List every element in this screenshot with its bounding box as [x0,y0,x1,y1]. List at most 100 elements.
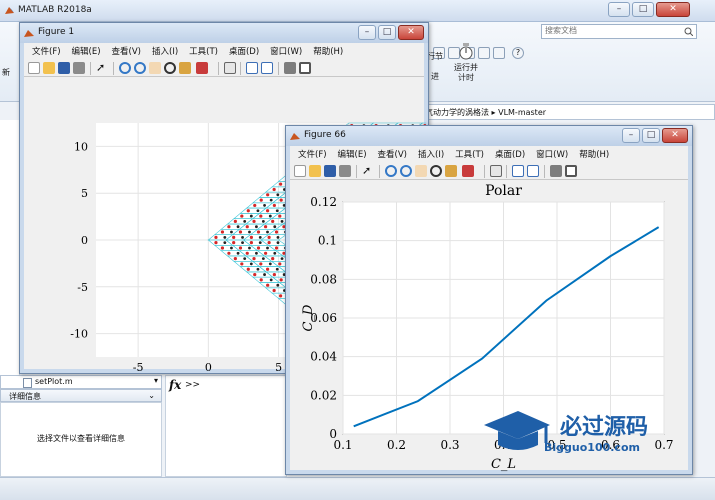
link-plot-icon[interactable] [490,165,502,177]
legend-icon[interactable] [261,62,273,74]
command-prompt: >> [185,380,201,390]
collocation-point [233,219,237,223]
collocation-point [214,241,218,245]
collocation-point [274,246,279,250]
current-folder-path[interactable]: 气动力学的涡格法 ▸ VLM-master [420,104,715,120]
vortex-point [248,246,251,250]
minimize-button[interactable]: – [622,128,640,143]
command-window[interactable]: fx >> [165,375,287,477]
menu-item[interactable]: 插入(I) [152,45,178,57]
collocation-point [259,262,263,266]
vortex-point [255,251,258,255]
vortex-point [256,267,260,271]
search-documentation-box[interactable] [541,24,697,39]
zoom-out-icon[interactable] [400,165,412,177]
details-panel-header[interactable]: 详细信息 ⌄ [0,389,162,402]
menu-item[interactable]: 查看(V) [112,45,141,57]
vortex-point [261,219,265,223]
menu-item[interactable]: 插入(I) [418,148,444,160]
new-figure-icon[interactable] [294,165,306,177]
collocation-point [278,214,282,218]
search-icon [684,27,693,36]
brush-icon[interactable] [462,165,474,177]
print-icon[interactable] [73,62,85,74]
print-icon[interactable] [339,165,351,177]
open-file-icon[interactable] [43,62,55,74]
close-button[interactable]: ✕ [662,128,688,143]
vortex-point [275,267,279,271]
colorbar-icon[interactable] [512,165,524,177]
menu-item[interactable]: 窗口(W) [270,45,302,57]
help-icon[interactable]: ? [512,47,524,59]
save-icon[interactable] [324,165,336,177]
open-file-icon[interactable] [309,165,321,177]
y-tick-label: 10 [74,140,88,153]
rotate-icon[interactable] [430,165,442,177]
show-plot-tools-icon[interactable] [299,62,311,74]
maximize-button[interactable]: □ [378,25,396,40]
collocation-point [214,235,218,239]
hide-plot-tools-icon[interactable] [550,165,562,177]
zoom-out-icon[interactable] [134,62,146,74]
link-plot-icon[interactable] [224,62,236,74]
zoom-in-icon[interactable] [119,62,131,74]
menu-item[interactable]: 工具(T) [455,148,484,160]
minimize-button[interactable]: – [358,25,376,40]
redo-icon[interactable] [493,47,505,59]
colorbar-icon[interactable] [246,62,258,74]
menu-item[interactable]: 桌面(D) [495,148,525,160]
figure-1-title-bar[interactable]: Figure 1 – □ ✕ [20,23,428,43]
figure-66-title-bar[interactable]: Figure 66 – □ ✕ [286,126,692,146]
vortex-point [276,241,280,245]
menu-item[interactable]: 窗口(W) [536,148,568,160]
show-plot-tools-icon[interactable] [565,165,577,177]
menu-item[interactable]: 查看(V) [378,148,407,160]
menu-item[interactable]: 帮助(H) [579,148,609,160]
brush-icon[interactable] [196,62,208,74]
collocation-point [272,187,276,192]
data-cursor-icon[interactable] [179,62,191,74]
run-and-time-button[interactable]: 运行并 计时 [451,42,481,83]
y-tick-label: -5 [77,281,88,294]
collocation-point [232,235,236,239]
menu-item[interactable]: 编辑(E) [338,148,367,160]
menu-item[interactable]: 桌面(D) [229,45,259,57]
maximize-button[interactable]: □ [632,2,654,17]
rotate-icon[interactable] [164,62,176,74]
new-button-fragment[interactable]: 新 [2,67,10,78]
menu-item[interactable]: 编辑(E) [72,45,101,57]
x-tick-label: 0 [205,361,212,371]
select-arrow-icon[interactable]: ➚ [362,165,374,177]
run-and-time-label-2: 计时 [458,73,474,82]
maximize-button[interactable]: □ [642,128,660,143]
collocation-point [249,241,253,245]
menu-item[interactable]: 文件(F) [32,45,61,57]
data-cursor-icon[interactable] [445,165,457,177]
chevron-down-icon[interactable]: ⌄ [148,391,155,400]
menu-item[interactable]: 文件(F) [298,148,327,160]
minimize-button[interactable]: – [608,2,630,17]
search-input[interactable] [545,26,675,35]
legend-icon[interactable] [527,165,539,177]
collocation-point [256,246,261,250]
close-button[interactable]: ✕ [656,2,690,17]
menu-item[interactable]: 帮助(H) [313,45,343,57]
vortex-point [276,283,280,287]
details-header-label: 详细信息 [9,392,41,401]
pan-icon[interactable] [415,165,427,177]
collocation-point [227,225,231,229]
selected-file-row[interactable]: setPlot.m ▾ [0,375,162,389]
function-browser-icon[interactable]: fx [169,378,181,392]
vortex-point [248,230,251,234]
collocation-point [249,235,253,239]
collocation-point [278,262,282,266]
menu-item[interactable]: 工具(T) [189,45,218,57]
hide-plot-tools-icon[interactable] [284,62,296,74]
pan-icon[interactable] [149,62,161,74]
save-icon[interactable] [58,62,70,74]
chevron-down-icon[interactable]: ▾ [154,376,158,385]
zoom-in-icon[interactable] [385,165,397,177]
close-button[interactable]: ✕ [398,25,424,40]
new-figure-icon[interactable] [28,62,40,74]
select-arrow-icon[interactable]: ➚ [96,62,108,74]
